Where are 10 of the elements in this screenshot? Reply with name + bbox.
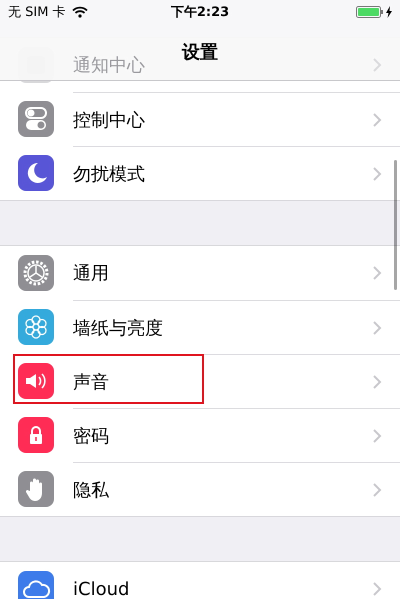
settings-item[interactable]: 通用 bbox=[73, 261, 372, 285]
settings-item[interactable]: 声音 bbox=[73, 370, 372, 394]
settings-item[interactable]: 墙纸与亮度 bbox=[73, 316, 372, 340]
settings-item[interactable]: 隐私 bbox=[73, 478, 372, 502]
status-time: 下午2:23 bbox=[170, 4, 230, 21]
settings-item[interactable]: 密码 bbox=[73, 424, 372, 448]
settings-item[interactable]: 勿扰模式 bbox=[73, 162, 372, 186]
carrier-label: 无 SIM 卡 bbox=[8, 4, 66, 21]
settings-item[interactable]: 控制中心 bbox=[73, 108, 372, 132]
page-title: 设置 bbox=[182, 41, 218, 64]
